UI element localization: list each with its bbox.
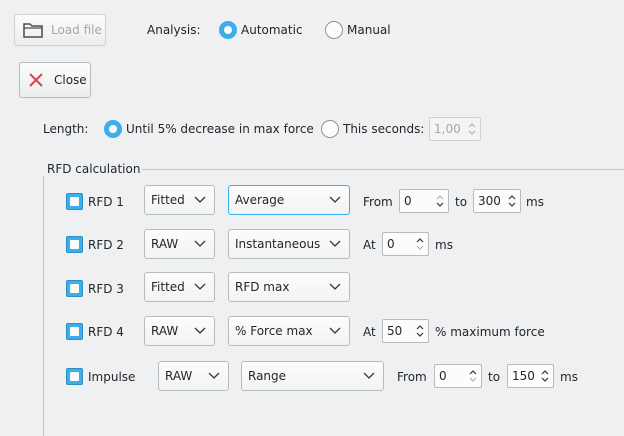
- rfd2-at-label: At: [363, 238, 376, 252]
- chevron-down-icon: [194, 327, 206, 334]
- rfd1-to-label: to: [455, 195, 468, 209]
- combo-value: RFD max: [235, 280, 290, 294]
- combo-value: Fitted: [151, 193, 185, 207]
- spin-arrows-icon: [541, 370, 549, 382]
- spin-value: 0: [404, 194, 412, 208]
- spin-arrows-icon: [436, 195, 444, 207]
- impulse-to-spinbox[interactable]: 150: [507, 364, 554, 388]
- length-until-label: Until 5% decrease in max force: [126, 122, 314, 136]
- analysis-automatic-radio[interactable]: Automatic: [219, 21, 303, 39]
- load-file-label: Load file: [51, 23, 102, 37]
- combo-value: RAW: [151, 237, 179, 251]
- seconds-value: 1,00: [434, 122, 461, 136]
- rfd3-type-combo[interactable]: Fitted: [144, 272, 215, 302]
- rfd-group-title: RFD calculation: [47, 162, 141, 176]
- chevron-down-icon: [194, 240, 206, 247]
- rfd3-label: RFD 3: [88, 282, 124, 296]
- length-seconds-radio[interactable]: This seconds:: [321, 120, 424, 138]
- chevron-down-icon: [329, 196, 341, 203]
- rfd4-method-combo[interactable]: % Force max: [228, 316, 350, 346]
- rfd2-at-spinbox[interactable]: 0: [382, 232, 429, 256]
- group-top-border: [142, 169, 624, 170]
- combo-value: Instantaneous: [235, 237, 321, 251]
- close-x-icon: [28, 72, 44, 88]
- chevron-down-icon: [329, 327, 341, 334]
- spin-value: 150: [512, 369, 535, 383]
- spin-value: 0: [387, 237, 395, 251]
- load-file-button[interactable]: Load file: [14, 14, 106, 46]
- length-label: Length:: [43, 122, 89, 136]
- chevron-down-icon: [194, 283, 206, 290]
- radio-indicator: [104, 120, 122, 138]
- automatic-label: Automatic: [241, 23, 303, 37]
- rfd1-type-combo[interactable]: Fitted: [144, 185, 215, 215]
- chevron-down-icon: [329, 283, 341, 290]
- chevron-down-icon: [208, 372, 220, 379]
- rfd4-type-combo[interactable]: RAW: [144, 316, 215, 346]
- spin-arrows-icon: [468, 123, 476, 135]
- rfd2-label: RFD 2: [88, 238, 124, 252]
- analysis-label: Analysis:: [147, 23, 201, 37]
- chevron-down-icon: [329, 240, 341, 247]
- chevron-down-icon: [194, 196, 206, 203]
- seconds-spinbox[interactable]: 1,00: [429, 117, 481, 141]
- manual-label: Manual: [347, 23, 391, 37]
- close-label: Close: [54, 73, 87, 87]
- rfd1-from-spinbox[interactable]: 0: [399, 189, 449, 213]
- spin-arrows-icon: [416, 325, 424, 337]
- spin-value: 50: [387, 324, 403, 338]
- rfd2-checkbox[interactable]: [66, 236, 83, 253]
- spin-arrows-icon: [416, 238, 424, 250]
- combo-value: Range: [248, 369, 287, 383]
- impulse-from-label: From: [397, 370, 427, 384]
- analysis-manual-radio[interactable]: Manual: [325, 21, 391, 39]
- rfd1-method-combo[interactable]: Average: [228, 185, 350, 215]
- impulse-method-combo[interactable]: Range: [241, 361, 384, 391]
- rfd1-from-label: From: [363, 195, 393, 209]
- rfd4-at-label: At: [363, 325, 376, 339]
- spin-arrows-icon: [469, 370, 477, 382]
- impulse-type-combo[interactable]: RAW: [158, 361, 229, 391]
- rfd1-unit-label: ms: [526, 195, 544, 209]
- rfd1-to-spinbox[interactable]: 300: [473, 189, 521, 213]
- close-button[interactable]: Close: [19, 62, 91, 98]
- rfd2-method-combo[interactable]: Instantaneous: [228, 229, 350, 259]
- chevron-down-icon: [363, 372, 375, 379]
- radio-indicator: [325, 21, 343, 39]
- rfd2-type-combo[interactable]: RAW: [144, 229, 215, 259]
- impulse-from-spinbox[interactable]: 0: [434, 364, 482, 388]
- combo-value: Fitted: [151, 280, 185, 294]
- rfd2-unit-label: ms: [435, 238, 453, 252]
- rfd4-unit-label: % maximum force: [435, 325, 545, 339]
- impulse-checkbox[interactable]: [66, 368, 83, 385]
- spin-value: 300: [478, 194, 501, 208]
- rfd1-checkbox[interactable]: [66, 193, 83, 210]
- rfd1-label: RFD 1: [88, 195, 124, 209]
- length-seconds-label: This seconds:: [343, 122, 425, 136]
- rfd3-checkbox[interactable]: [66, 280, 83, 297]
- combo-value: RAW: [165, 369, 193, 383]
- combo-value: Average: [235, 193, 285, 207]
- rfd3-method-combo[interactable]: RFD max: [228, 272, 350, 302]
- length-until-radio[interactable]: Until 5% decrease in max force: [104, 120, 314, 138]
- combo-value: % Force max: [235, 324, 313, 338]
- spin-arrows-icon: [508, 195, 516, 207]
- impulse-label: Impulse: [88, 370, 136, 384]
- impulse-unit-label: ms: [560, 370, 578, 384]
- rfd4-label: RFD 4: [88, 325, 124, 339]
- group-left-border: [43, 176, 44, 436]
- radio-indicator: [219, 21, 237, 39]
- rfd4-at-spinbox[interactable]: 50: [382, 319, 429, 343]
- folder-icon: [23, 22, 43, 38]
- combo-value: RAW: [151, 324, 179, 338]
- radio-indicator: [321, 120, 339, 138]
- impulse-to-label: to: [488, 370, 501, 384]
- rfd4-checkbox[interactable]: [66, 323, 83, 340]
- spin-value: 0: [439, 369, 447, 383]
